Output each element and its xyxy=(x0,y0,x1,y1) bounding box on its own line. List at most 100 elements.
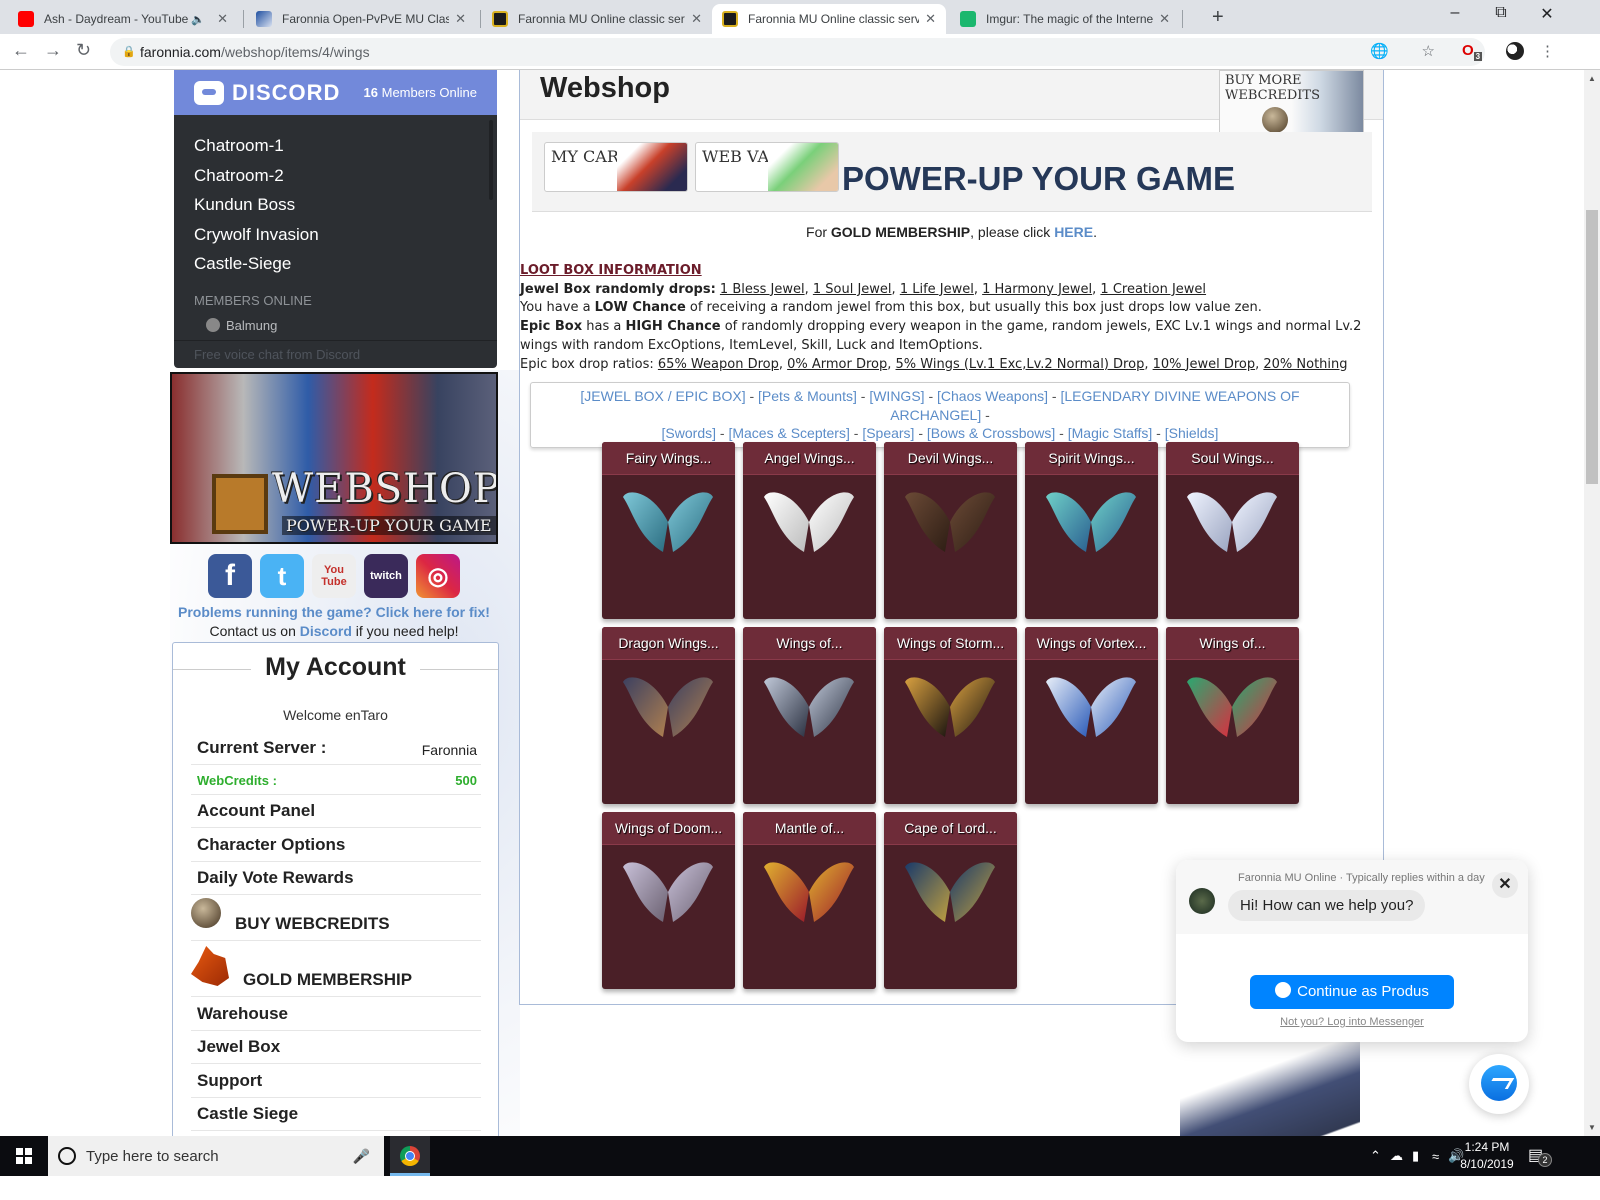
facebook-icon[interactable]: f xyxy=(208,554,252,598)
shop-item-card[interactable]: Wings of Vortex... xyxy=(1025,627,1158,804)
restore-button[interactable]: ⧉ xyxy=(1478,4,1524,22)
minimize-button[interactable]: – xyxy=(1432,4,1478,22)
youtube-icon[interactable]: You Tube xyxy=(312,554,356,598)
ratio-link[interactable]: 10% Jewel Drop xyxy=(1153,357,1256,372)
action-center-button[interactable]: ▤ 2 xyxy=(1528,1145,1552,1167)
jewel-drop-link[interactable]: 1 Life Jewel xyxy=(900,282,974,297)
discord-channel[interactable]: Chatroom-1 xyxy=(194,131,477,161)
jewel-box-link[interactable]: Jewel Box xyxy=(191,1031,481,1064)
category-link[interactable]: [Pets & Mounts] xyxy=(758,388,857,404)
scroll-up-arrow-icon[interactable]: ▲ xyxy=(1588,74,1596,83)
category-link[interactable]: [Shields] xyxy=(1165,425,1219,441)
twitter-icon[interactable]: t xyxy=(260,554,304,598)
wifi-icon[interactable]: ≈ xyxy=(1432,1136,1439,1176)
discord-channel[interactable]: Crywolf Invasion xyxy=(194,220,477,250)
category-link[interactable]: [Maces & Scepters] xyxy=(728,425,849,441)
jewel-drop-link[interactable]: 1 Soul Jewel xyxy=(813,282,892,297)
tab-faronnia-classic[interactable]: Faronnia MU Online classic server ✕ xyxy=(482,4,712,34)
forward-button[interactable]: → xyxy=(44,40,62,61)
tab-imgur[interactable]: Imgur: The magic of the Internet ✕ xyxy=(950,4,1180,34)
ratio-link[interactable]: 20% Nothing xyxy=(1263,357,1347,372)
close-tab-icon[interactable]: ✕ xyxy=(1159,11,1170,27)
shop-item-card[interactable]: Angel Wings... xyxy=(743,442,876,619)
character-options-link[interactable]: Character Options xyxy=(191,828,481,862)
discord-channel[interactable]: Chatroom-2 xyxy=(194,161,477,191)
discord-logo[interactable]: DISCORD xyxy=(194,80,340,106)
shop-item-card[interactable]: Soul Wings... xyxy=(1166,442,1299,619)
twitch-icon[interactable]: twitch xyxy=(364,554,408,598)
shop-item-card[interactable]: Wings of Doom... xyxy=(602,812,735,989)
shop-item-card[interactable]: Devil Wings... xyxy=(884,442,1017,619)
discord-footer[interactable]: Free voice chat from Discord xyxy=(174,340,497,368)
jewel-drop-link[interactable]: 1 Bless Jewel xyxy=(720,282,805,297)
address-bar[interactable]: 🔒 faronnia.com/webshop/items/4/wings 🌐 ☆ xyxy=(110,38,1485,66)
page-scrollbar[interactable]: ▲ ▼ xyxy=(1584,70,1600,1136)
opera-extension-icon[interactable]: O3 xyxy=(1462,42,1483,61)
onedrive-icon[interactable]: ☁ xyxy=(1390,1136,1403,1176)
gold-membership-link[interactable]: GOLD MEMBERSHIP xyxy=(191,941,481,997)
problems-link[interactable]: Problems running the game? Click here fo… xyxy=(170,604,498,620)
instagram-icon[interactable]: ◎ xyxy=(416,554,460,598)
tab-youtube[interactable]: Ash - Daydream - YouTube 🔈 ✕ xyxy=(8,4,238,34)
scroll-down-arrow-icon[interactable]: ▼ xyxy=(1588,1123,1596,1132)
close-tab-icon[interactable]: ✕ xyxy=(217,11,228,27)
ratio-link[interactable]: 0% Armor Drop xyxy=(787,357,887,372)
category-link[interactable]: [WINGS] xyxy=(869,388,924,404)
taskbar-search[interactable]: Type here to search 🎤 xyxy=(48,1136,384,1176)
shop-item-card[interactable]: Dragon Wings... xyxy=(602,627,735,804)
my-cart-button[interactable]: MY CART xyxy=(544,142,688,192)
category-link[interactable]: [JEWEL BOX / EPIC BOX] xyxy=(580,388,745,404)
close-window-button[interactable]: ✕ xyxy=(1524,4,1570,24)
shop-item-card[interactable]: Fairy Wings... xyxy=(602,442,735,619)
shop-item-card[interactable]: Spirit Wings... xyxy=(1025,442,1158,619)
reload-button[interactable]: ↻ xyxy=(76,40,91,61)
discord-scrollbar[interactable] xyxy=(489,120,493,200)
castle-siege-link[interactable]: Castle Siege xyxy=(191,1098,481,1131)
discord-channel[interactable]: Castle-Siege xyxy=(194,249,477,279)
system-clock[interactable]: 1:24 PM 8/10/2019 xyxy=(1452,1139,1522,1173)
show-hidden-icons[interactable]: ⌃ xyxy=(1370,1136,1381,1176)
scrollbar-thumb[interactable] xyxy=(1586,210,1598,484)
daily-vote-rewards-link[interactable]: Daily Vote Rewards xyxy=(191,862,481,895)
close-tab-icon[interactable]: ✕ xyxy=(691,11,702,27)
shop-item-card[interactable]: Cape of Lord... xyxy=(884,812,1017,989)
warehouse-link[interactable]: Warehouse xyxy=(191,997,481,1031)
shop-item-card[interactable]: Wings of... xyxy=(743,627,876,804)
tab-faronnia-webshop-active[interactable]: Faronnia MU Online classic server ✕ xyxy=(712,4,946,34)
chrome-menu-icon[interactable]: ⋮ xyxy=(1540,42,1555,60)
webshop-banner[interactable]: WEBSHOP POWER-UP YOUR GAME xyxy=(170,372,498,544)
log-into-messenger-link[interactable]: Not you? Log into Messenger xyxy=(1176,1016,1528,1028)
shop-item-card[interactable]: Wings of Storm... xyxy=(884,627,1017,804)
ratio-link[interactable]: 65% Weapon Drop xyxy=(658,357,779,372)
support-link[interactable]: Support xyxy=(191,1064,481,1098)
speaker-icon[interactable]: 🔈 xyxy=(191,13,205,26)
discord-channel[interactable]: Kundun Boss xyxy=(194,190,477,220)
gold-here-link[interactable]: HERE xyxy=(1054,224,1093,240)
close-tab-icon[interactable]: ✕ xyxy=(455,11,466,27)
jewel-drop-link[interactable]: 1 Harmony Jewel xyxy=(982,282,1092,297)
translate-icon[interactable]: 🌐 xyxy=(1370,38,1389,66)
messenger-launcher-button[interactable] xyxy=(1469,1054,1529,1114)
start-button[interactable] xyxy=(0,1136,48,1176)
battery-icon[interactable]: ▮ xyxy=(1412,1136,1419,1176)
category-link[interactable]: [Bows & Crossbows] xyxy=(927,425,1055,441)
back-button[interactable]: ← xyxy=(12,40,30,61)
chrome-taskbar-button[interactable] xyxy=(390,1136,430,1176)
web-vault-button[interactable]: WEB VAULT xyxy=(695,142,839,192)
category-link[interactable]: [Spears] xyxy=(862,425,914,441)
buy-more-webcredits-banner[interactable]: BUY MORE WEBCREDITS xyxy=(1219,70,1364,136)
loot-box-title[interactable]: LOOT BOX INFORMATION xyxy=(520,263,702,278)
discord-link[interactable]: Discord xyxy=(300,623,352,639)
continue-as-button[interactable]: Continue as Produs xyxy=(1250,975,1454,1009)
ratio-link[interactable]: 5% Wings (Lv.1 Exc,Lv.2 Normal) Drop xyxy=(896,357,1145,372)
tab-faronnia-pvp[interactable]: Faronnia Open-PvPvE MU Classic ✕ xyxy=(246,4,476,34)
category-link[interactable]: [Swords] xyxy=(662,425,716,441)
bookmark-star-icon[interactable]: ☆ xyxy=(1422,38,1435,66)
account-panel-link[interactable]: Account Panel xyxy=(191,795,481,828)
profile-avatar[interactable] xyxy=(1506,42,1524,60)
microphone-icon[interactable]: 🎤 xyxy=(353,1148,370,1165)
discord-member[interactable]: Balmung xyxy=(206,318,477,333)
category-link[interactable]: [Chaos Weapons] xyxy=(937,388,1048,404)
close-tab-icon[interactable]: ✕ xyxy=(925,11,936,27)
shop-item-card[interactable]: Mantle of... xyxy=(743,812,876,989)
